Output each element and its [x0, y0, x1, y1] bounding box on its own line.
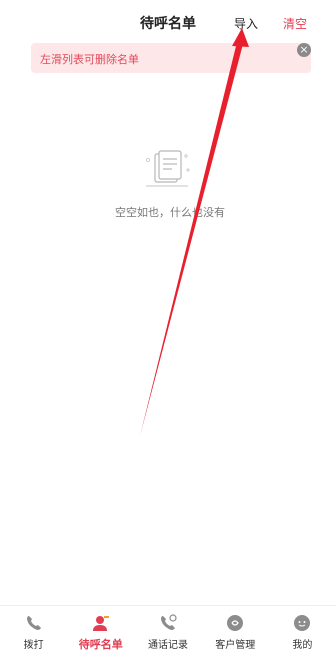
tab-label: 我的: [292, 640, 313, 651]
tip-text: 左滑列表可删除名单: [40, 53, 139, 66]
annotation-arrow: [140, 28, 249, 436]
import-button[interactable]: 导入: [234, 15, 258, 32]
call-log-icon: [161, 614, 177, 630]
close-icon[interactable]: ×: [297, 43, 311, 57]
empty-state-text: 空空如也，什么也没有: [115, 206, 225, 219]
tab-label: 待呼名单: [78, 638, 123, 651]
tab-label: 客户管理: [215, 640, 256, 651]
tab-profile[interactable]: 我的: [269, 606, 336, 654]
tab-pending-list[interactable]: 待呼名单: [67, 606, 134, 654]
bottom-tab-bar: 拨打 待呼名单 通话记录 客户管理 我的: [0, 605, 336, 654]
tab-customer-management[interactable]: 客户管理: [202, 606, 269, 654]
tab-call-log[interactable]: 通话记录: [134, 606, 201, 654]
swipe-tip-banner: 左滑列表可删除名单: [31, 43, 311, 73]
tab-dial[interactable]: 拨打: [0, 606, 67, 654]
top-bar: 待呼名单 导入 清空: [0, 0, 336, 46]
clear-button[interactable]: 清空: [283, 15, 307, 32]
customer-icon: [227, 615, 244, 631]
tab-label: 拨打: [23, 640, 44, 651]
empty-document-icon: [146, 150, 190, 187]
phone-icon: [26, 616, 41, 630]
contact-list-icon: [92, 616, 109, 631]
tab-label: 通话记录: [148, 640, 188, 651]
profile-icon: [294, 615, 311, 631]
